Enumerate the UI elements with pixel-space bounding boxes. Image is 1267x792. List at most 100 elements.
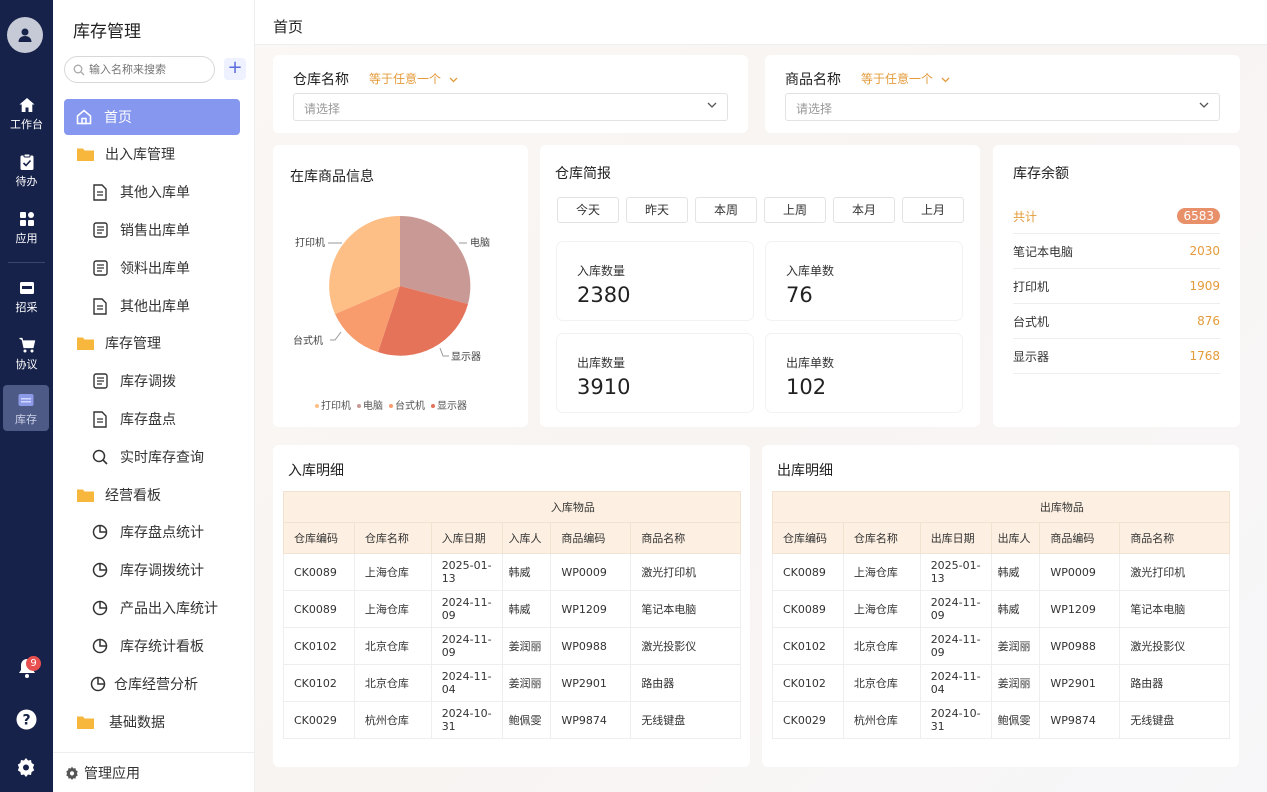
column-header[interactable]: 商品编码 xyxy=(550,522,632,554)
nav-label: 销售出库单 xyxy=(120,223,190,239)
period-button[interactable]: 昨天 xyxy=(626,197,688,223)
pie-chart-icon xyxy=(92,600,108,616)
pie-chart: 打印机 电脑 显示器 台式机 xyxy=(293,215,490,363)
gear-icon xyxy=(17,758,35,777)
nav-other-inbound[interactable]: 其他入库单 xyxy=(53,174,255,210)
add-button[interactable]: + xyxy=(224,58,246,80)
table-cell: WP9874 xyxy=(550,701,632,739)
warehouse-select[interactable]: 请选择 xyxy=(293,93,728,121)
legend-item[interactable]: 打印机 xyxy=(315,397,351,412)
product-select[interactable]: 请选择 xyxy=(785,93,1220,121)
column-header[interactable]: 仓库编码 xyxy=(772,522,844,554)
nav-group-dashboard[interactable]: 经营看板 xyxy=(53,477,255,513)
nav-label: 其他入库单 xyxy=(120,185,190,201)
rail-item-workbench[interactable]: 工作台 xyxy=(0,94,53,132)
table-cell: 姜润丽 xyxy=(990,627,1041,665)
period-button[interactable]: 本周 xyxy=(695,197,757,223)
column-header[interactable]: 出库人 xyxy=(990,522,1041,554)
filter-operator[interactable]: 等于任意一个 xyxy=(369,70,458,87)
period-button[interactable]: 今天 xyxy=(557,197,619,223)
table-row[interactable]: CK0089 上海仓库 2025-01-13 韩威 WP0009 激光打印机 xyxy=(283,553,741,591)
settings-button[interactable] xyxy=(16,757,36,781)
filter-operator[interactable]: 等于任意一个 xyxy=(861,70,950,87)
table-group-header: 出库物品 xyxy=(1039,491,1230,523)
nav-other-outbound[interactable]: 其他出库单 xyxy=(53,288,255,324)
rail-item-agreement[interactable]: 协议 xyxy=(0,334,53,372)
table-cell: CK0102 xyxy=(283,627,355,665)
table-cell: 笔记本电脑 xyxy=(1119,590,1230,628)
table-cell: 激光投影仪 xyxy=(630,627,741,665)
nav-label: 库存调拨 xyxy=(120,374,176,390)
balance-value: 1768 xyxy=(1189,349,1220,363)
nav-sales-outbound[interactable]: 销售出库单 xyxy=(53,212,255,248)
column-header[interactable]: 商品名称 xyxy=(630,522,741,554)
page-header: 首页 xyxy=(255,0,1267,45)
table-cell: 2024-11-04 xyxy=(919,664,992,702)
nav-material-outbound[interactable]: 领料出库单 xyxy=(53,250,255,286)
column-header[interactable]: 商品名称 xyxy=(1119,522,1230,554)
table-row[interactable]: CK0089 上海仓库 2025-01-13 韩威 WP0009 激光打印机 xyxy=(772,553,1230,591)
table-cell: CK0102 xyxy=(283,664,355,702)
rail-item-procure[interactable]: 招采 xyxy=(0,277,53,315)
nav-stocktake[interactable]: 库存盘点 xyxy=(53,401,255,437)
table-cell: 北京仓库 xyxy=(842,627,921,665)
search-box[interactable] xyxy=(64,56,215,83)
column-header[interactable]: 仓库名称 xyxy=(353,522,432,554)
nav-group-basic[interactable]: 基础数据 xyxy=(53,704,255,740)
table-cell: CK0029 xyxy=(283,701,355,739)
nav-group-inventory[interactable]: 库存管理 xyxy=(53,325,255,361)
nav-group-inout[interactable]: 出入库管理 xyxy=(53,136,255,172)
table-row[interactable]: CK0102 北京仓库 2024-11-04 姜润丽 WP2901 路由器 xyxy=(283,664,741,702)
table-row[interactable]: CK0089 上海仓库 2024-11-09 韩威 WP1209 笔记本电脑 xyxy=(772,590,1230,628)
pie-chart-icon xyxy=(92,524,108,540)
legend-item[interactable]: 显示器 xyxy=(431,397,467,412)
stat-outbound-qty: 出库数量 3910 xyxy=(557,334,753,412)
cart-icon xyxy=(19,337,35,353)
table-row[interactable]: CK0089 上海仓库 2024-11-09 韩威 WP1209 笔记本电脑 xyxy=(283,590,741,628)
legend-label: 打印机 xyxy=(321,401,351,412)
legend-swatch xyxy=(357,404,361,408)
rail-item-apps[interactable]: 应用 xyxy=(0,208,53,246)
avatar[interactable] xyxy=(7,17,43,53)
table-row[interactable]: CK0029 杭州仓库 2024-10-31 鲍佩雯 WP9874 无线键盘 xyxy=(772,701,1230,739)
nav-realtime-query[interactable]: 实时库存查询 xyxy=(53,439,255,475)
nav-label: 仓库经营分析 xyxy=(114,677,198,693)
table-cell: 2024-11-09 xyxy=(430,590,503,628)
nav-label: 库存管理 xyxy=(105,336,161,352)
table-cell: 姜润丽 xyxy=(501,664,552,702)
table-cell: 激光打印机 xyxy=(630,553,741,591)
help-button[interactable]: ? xyxy=(16,709,37,734)
nav-home[interactable]: 首页 xyxy=(64,99,240,135)
period-button[interactable]: 本月 xyxy=(833,197,895,223)
legend-item[interactable]: 台式机 xyxy=(389,397,425,412)
rail-item-inventory[interactable]: 库存 xyxy=(3,385,49,431)
filter-operator-label: 等于任意一个 xyxy=(861,72,934,86)
column-header[interactable]: 仓库编码 xyxy=(283,522,355,554)
period-button[interactable]: 上月 xyxy=(902,197,964,223)
balance-row: 显示器 1768 xyxy=(1013,339,1220,374)
table-row[interactable]: CK0029 杭州仓库 2024-10-31 鲍佩雯 WP9874 无线键盘 xyxy=(283,701,741,739)
card-title: 在库商品信息 xyxy=(290,169,374,185)
rail-item-todo[interactable]: 待办 xyxy=(0,151,53,189)
sidebar-title: 库存管理 xyxy=(73,22,141,42)
table-row[interactable]: CK0102 北京仓库 2024-11-04 姜润丽 WP2901 路由器 xyxy=(772,664,1230,702)
column-header[interactable]: 仓库名称 xyxy=(842,522,921,554)
table-row[interactable]: CK0102 北京仓库 2024-11-09 姜润丽 WP0988 激光投影仪 xyxy=(772,627,1230,665)
search-input[interactable] xyxy=(89,63,204,76)
nav-inventory-board[interactable]: 库存统计看板 xyxy=(53,628,255,664)
column-header[interactable]: 入库日期 xyxy=(430,522,503,554)
nav-transfer[interactable]: 库存调拨 xyxy=(53,363,255,399)
manage-apps-button[interactable]: 管理应用 xyxy=(53,752,255,792)
legend-item[interactable]: 电脑 xyxy=(357,397,383,412)
column-header[interactable]: 入库人 xyxy=(501,522,552,554)
nav-transfer-stats[interactable]: 库存调拨统计 xyxy=(53,552,255,588)
period-button[interactable]: 上周 xyxy=(764,197,826,223)
table-row[interactable]: CK0102 北京仓库 2024-11-09 姜润丽 WP0988 激光投影仪 xyxy=(283,627,741,665)
card-title: 库存余额 xyxy=(1013,166,1069,182)
column-header[interactable]: 出库日期 xyxy=(919,522,992,554)
nav-warehouse-analysis[interactable]: 仓库经营分析 xyxy=(53,666,255,702)
column-header[interactable]: 商品编码 xyxy=(1039,522,1121,554)
nav-stocktake-stats[interactable]: 库存盘点统计 xyxy=(53,514,255,550)
outbound-table: 出库物品 仓库编码 仓库名称 出库日期 出库人 商品编码 商品名称 CK0089… xyxy=(771,491,1230,739)
nav-product-inout-stats[interactable]: 产品出入库统计 xyxy=(53,590,255,626)
